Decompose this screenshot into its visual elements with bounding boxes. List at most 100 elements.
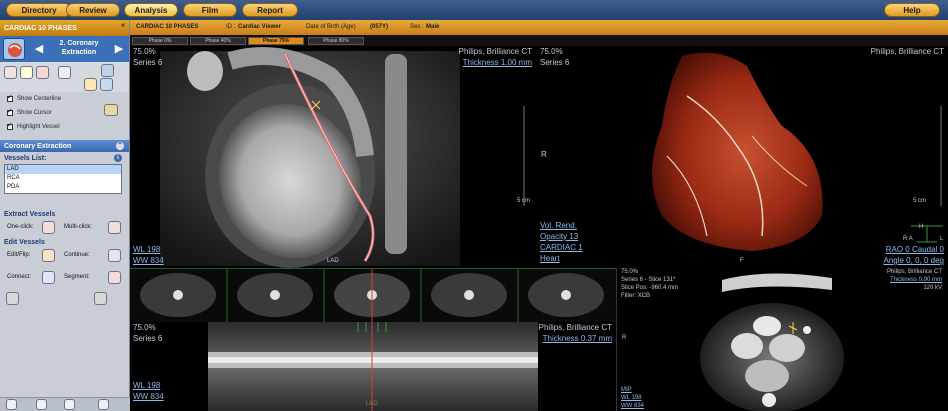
report-button[interactable]: Report <box>242 3 298 17</box>
window-width[interactable]: WW 834 <box>133 392 164 401</box>
person-icon[interactable] <box>20 66 33 79</box>
lock-icon[interactable] <box>6 399 17 410</box>
cube-icon[interactable] <box>100 78 113 91</box>
sagittal-viewport[interactable]: 75.0% Series 6 Philips, Brilliance CT Th… <box>130 46 536 268</box>
eraser-icon[interactable] <box>94 292 107 305</box>
viewport-zoom: 75.0% <box>133 47 156 56</box>
film-button[interactable]: Film <box>183 3 237 17</box>
sex-value: Male <box>426 24 440 30</box>
opacity-control[interactable]: Opacity 13 <box>540 232 578 241</box>
highlight-vessel-checkbox[interactable]: Highlight Vessel <box>0 120 129 134</box>
layout-icon[interactable] <box>101 64 114 77</box>
window-level[interactable]: WL 198 <box>621 395 641 401</box>
edit-flip-label: Edit/Flip: <box>7 252 31 258</box>
next-step-icon[interactable]: ▶ <box>112 41 126 57</box>
left-panel: CARDIAC 10 PHASES « ◀ 2. Coronary Extrac… <box>0 20 130 411</box>
rao-caudal[interactable]: RAO 0 Caudal 0 <box>886 245 944 254</box>
vessels-list[interactable]: LAD RCA PDA <box>4 164 122 194</box>
directory-button[interactable]: Directory <box>6 3 72 17</box>
id-value: Cardiac Viewer <box>238 24 281 30</box>
phase-tab[interactable]: Phase 80% <box>308 37 364 45</box>
thickness-control[interactable]: Thickness 0.37 mm <box>543 334 612 343</box>
edit-tools-row-2: Connect: Segment: <box>0 270 129 286</box>
segment-icon[interactable] <box>108 271 121 284</box>
orientation-r: R <box>622 335 627 341</box>
analysis-button[interactable]: Analysis <box>124 3 178 17</box>
orientation-f: F <box>740 258 744 264</box>
collapse-icon[interactable]: « <box>121 22 125 29</box>
color-palette-icon[interactable] <box>84 78 97 91</box>
window-width[interactable]: WW 834 <box>621 403 644 409</box>
window-width[interactable]: WW 834 <box>133 256 164 265</box>
heart-3d-image <box>652 52 943 251</box>
bottom-toolbar <box>0 397 130 411</box>
heart-icon[interactable] <box>36 66 49 79</box>
info-icon[interactable]: i <box>114 154 122 162</box>
phase-tab[interactable]: Phase 0% <box>132 37 188 45</box>
angle-control[interactable]: Angle 0, 0, 0 deg <box>884 256 945 265</box>
review-button[interactable]: Review <box>66 3 120 17</box>
vessel-tag: LAD <box>366 401 378 407</box>
scale-label: 5 cm <box>516 198 530 204</box>
multi-click-label: Multi-click: <box>64 224 92 230</box>
connect-icon[interactable] <box>42 271 55 284</box>
orientation-l: L <box>940 236 944 242</box>
print-icon[interactable] <box>98 399 109 410</box>
collapse-section-icon[interactable]: ⌃ <box>116 142 124 150</box>
viewport-zoom: 75.0% <box>540 47 563 56</box>
segment-label: Segment: <box>64 274 90 280</box>
phase-tab[interactable]: Phase 75% <box>248 37 304 45</box>
extract-vessels-label: Extract Vessels <box>4 210 56 218</box>
list-item[interactable]: LAD <box>5 165 121 174</box>
multi-click-icon[interactable] <box>108 221 121 234</box>
phase-tab[interactable]: Phase 40% <box>190 37 246 45</box>
viewport-series: Series 6 <box>133 58 163 67</box>
top-nav-bar: Directory Review Analysis Film Report He… <box>0 0 948 20</box>
edit-vessels-label: Edit Vessels <box>4 238 45 246</box>
sex-label: Sex : <box>410 24 424 30</box>
vessel-tree-icon[interactable] <box>58 66 71 79</box>
cross-section-strip[interactable] <box>130 268 616 322</box>
render-mode[interactable]: Vol. Rend. <box>540 221 577 230</box>
viewport-vendor: Philips, Brilliance CT <box>870 47 944 56</box>
help-button[interactable]: Help <box>884 3 940 17</box>
tools-icon[interactable] <box>6 292 19 305</box>
render-mode[interactable]: MIP <box>621 387 632 393</box>
edit-flip-icon[interactable] <box>42 249 55 262</box>
one-click-icon[interactable] <box>42 221 55 234</box>
slice-position: Slice Pos: -960.4 mm <box>621 285 679 291</box>
film-strip-icon[interactable] <box>104 104 118 116</box>
preset-control[interactable]: CARDIAC 1 <box>540 243 583 252</box>
thickness-control[interactable]: Thickness 1.00 mm <box>463 58 532 67</box>
viewport-series: Series 6 <box>540 58 570 67</box>
series-name: CARDIAC 10 PHASES <box>136 24 199 30</box>
vessel-tag: LAD <box>327 258 339 264</box>
camera-icon[interactable] <box>36 399 47 410</box>
window-level[interactable]: WL 198 <box>133 245 160 254</box>
organ-label[interactable]: Heart <box>540 254 560 263</box>
orientation-h: H <box>919 224 924 230</box>
dob-value: (057Y) <box>370 24 389 30</box>
list-item[interactable]: PDA <box>5 183 121 192</box>
scale-label: 5 cm <box>913 198 927 204</box>
save-icon[interactable] <box>64 399 75 410</box>
orientation-ra: R A <box>903 236 913 242</box>
volume-render-viewport[interactable]: 75.0% Series 6 Philips, Brilliance CT R … <box>537 46 948 268</box>
coronary-extraction-section[interactable]: Coronary Extraction ⌃ <box>0 140 129 152</box>
prev-step-icon[interactable]: ◀ <box>32 41 46 57</box>
id-label: ID : <box>226 24 236 30</box>
continue-icon[interactable] <box>108 249 121 262</box>
thickness-control[interactable]: Thickness 0.90 mm <box>890 277 942 283</box>
lungs-icon[interactable] <box>4 66 17 79</box>
extract-tools-row: One-click: Multi-click: <box>0 220 129 236</box>
slice-info: Series 6 - Slice 131* <box>621 277 676 283</box>
orientation-r: R <box>541 150 547 159</box>
connect-label: Connect: <box>7 274 32 280</box>
continue-label: Continue: <box>64 252 90 258</box>
filter-info: Filter: XCB <box>621 293 651 299</box>
viewport-series: Series 6 <box>133 334 163 343</box>
window-level[interactable]: WL 198 <box>133 381 160 390</box>
list-item[interactable]: RCA <box>5 174 121 183</box>
axial-viewport[interactable]: 75.0% Series 6 - Slice 131* Slice Pos: -… <box>616 268 948 411</box>
curved-mpr-viewport[interactable]: 75.0% Series 6 Philips, Brilliance CT Th… <box>130 322 616 411</box>
